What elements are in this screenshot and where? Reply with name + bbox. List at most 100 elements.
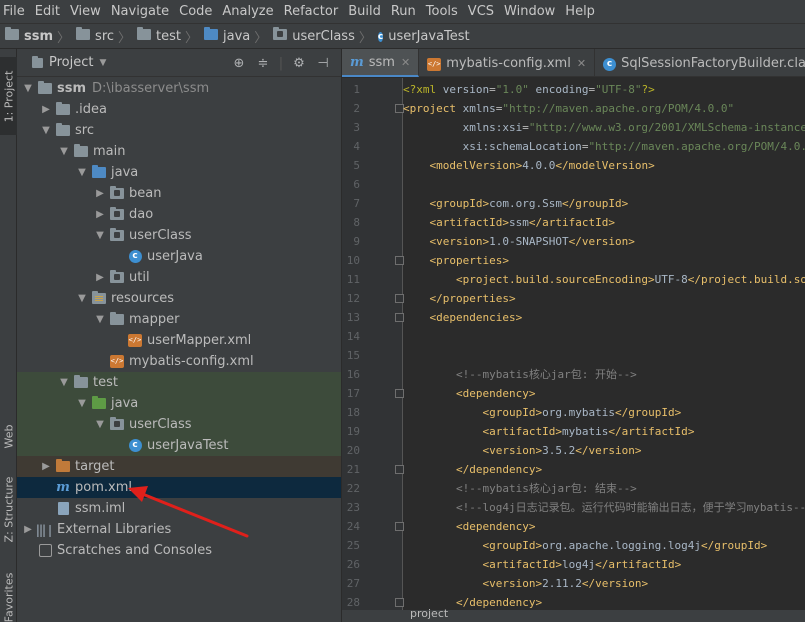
menu-item-navigate[interactable]: Navigate: [106, 0, 174, 24]
menu-item-edit[interactable]: Edit: [30, 0, 65, 24]
menu-item-file[interactable]: File: [0, 0, 30, 24]
tab-favorites-tool[interactable]: Favorites: [0, 567, 17, 622]
chevron-down-icon[interactable]: ▼: [75, 293, 89, 304]
tree-item-util[interactable]: ▶ util: [17, 267, 341, 288]
breadcrumb-item[interactable]: src: [76, 24, 114, 49]
chevron-right-icon[interactable]: ▶: [21, 524, 35, 535]
menu-item-tools[interactable]: Tools: [421, 0, 463, 24]
tab-structure-tool[interactable]: Z: Structure: [0, 471, 17, 547]
chevron-down-icon[interactable]: ▼: [39, 125, 53, 136]
code-line[interactable]: <!--log4j日志记录包。运行代码时能输出日志，便于学习mybatis-->: [403, 498, 805, 517]
code-line[interactable]: xsi:schemaLocation="http://maven.apache.…: [403, 137, 805, 156]
editor-tab-mybatis-config-xml[interactable]: </> mybatis-config.xml ✕: [419, 49, 596, 77]
code-line[interactable]: [403, 327, 805, 346]
menu-item-build[interactable]: Build: [343, 0, 386, 24]
code-view[interactable]: <?xml version="1.0" encoding="UTF-8"?> <p…: [403, 78, 805, 622]
tree-item-target[interactable]: ▶ target: [17, 456, 341, 477]
code-line[interactable]: <groupId>org.apache.logging.log4j</group…: [403, 536, 805, 555]
code-line[interactable]: [403, 175, 805, 194]
tab-project-tool[interactable]: 1: Project: [0, 57, 17, 135]
menu-item-code[interactable]: Code: [174, 0, 217, 24]
menu-item-view[interactable]: View: [65, 0, 106, 24]
breadcrumb-item[interactable]: ssm: [5, 24, 53, 49]
code-line[interactable]: <artifactId>log4j</artifactId>: [403, 555, 805, 574]
tree-item-java[interactable]: ▼ java: [17, 393, 341, 414]
tree-item-pom-xml[interactable]: m pom.xml: [17, 477, 341, 498]
tree-item-mapper[interactable]: ▼ mapper: [17, 309, 341, 330]
code-line[interactable]: <dependency>: [403, 384, 805, 403]
menu-item-refactor[interactable]: Refactor: [279, 0, 344, 24]
chevron-down-icon[interactable]: ▼: [93, 314, 107, 325]
code-line[interactable]: <!--mybatis核心jar包: 结束-->: [403, 479, 805, 498]
code-line[interactable]: <version>3.5.2</version>: [403, 441, 805, 460]
tree-item-src[interactable]: ▼ src: [17, 120, 341, 141]
chevron-down-icon[interactable]: ▼: [75, 398, 89, 409]
collapse-all-icon[interactable]: ≑: [251, 56, 275, 71]
editor-tab-ssm[interactable]: m ssm ✕: [342, 49, 420, 77]
code-line[interactable]: <project.build.sourceEncoding>UTF-8</pro…: [403, 270, 805, 289]
menu-item-vcs[interactable]: VCS: [463, 0, 499, 24]
tree-item-resources[interactable]: ▼ resources: [17, 288, 341, 309]
chevron-down-icon[interactable]: ▼: [57, 377, 71, 388]
breadcrumb-item[interactable]: test: [137, 24, 181, 49]
code-line[interactable]: <modelVersion>4.0.0</modelVersion>: [403, 156, 805, 175]
chevron-down-icon[interactable]: ▼: [57, 146, 71, 157]
tree-item-userclass[interactable]: ▼ userClass: [17, 414, 341, 435]
tree-item-java[interactable]: ▼ java: [17, 162, 341, 183]
code-line[interactable]: <?xml version="1.0" encoding="UTF-8"?>: [403, 80, 805, 99]
tree-item-usermapper-xml[interactable]: </> userMapper.xml: [17, 330, 341, 351]
tree-item-userjavatest[interactable]: c userJavaTest: [17, 435, 341, 456]
chevron-down-icon[interactable]: ▼: [93, 230, 107, 241]
tree-item-external-libraries[interactable]: ▶ |||❘ External Libraries: [17, 519, 341, 540]
tree-item-dao[interactable]: ▶ dao: [17, 204, 341, 225]
code-line[interactable]: <dependency>: [403, 517, 805, 536]
code-line[interactable]: <artifactId>ssm</artifactId>: [403, 213, 805, 232]
code-line[interactable]: </properties>: [403, 289, 805, 308]
code-line[interactable]: <!--mybatis核心jar包: 开始-->: [403, 365, 805, 384]
chevron-right-icon[interactable]: ▶: [93, 188, 107, 199]
tree-item-userjava[interactable]: c userJava: [17, 246, 341, 267]
breadcrumb-item[interactable]: c userJavaTest: [377, 24, 470, 49]
tree-item-ssm[interactable]: ▼ ssm D:\ibasserver\ssm: [17, 78, 341, 99]
tree-item-test[interactable]: ▼ test: [17, 372, 341, 393]
close-icon[interactable]: ✕: [401, 56, 410, 69]
chevron-down-icon[interactable]: ▼: [21, 83, 35, 94]
chevron-down-icon[interactable]: ▼: [93, 419, 107, 430]
code-line[interactable]: <groupId>com.org.Ssm</groupId>: [403, 194, 805, 213]
tree-item-mybatis-config-xml[interactable]: </> mybatis-config.xml: [17, 351, 341, 372]
close-icon[interactable]: ✕: [577, 57, 586, 70]
chevron-right-icon[interactable]: ▶: [93, 209, 107, 220]
tree-item-ssm-iml[interactable]: ssm.iml: [17, 498, 341, 519]
editor-tab-sqlsessionfactorybuilder-class[interactable]: c SqlSessionFactoryBuilder.class: [595, 49, 805, 77]
project-view-selector[interactable]: Project ▼: [27, 55, 106, 70]
code-line[interactable]: [403, 346, 805, 365]
code-line[interactable]: <properties>: [403, 251, 805, 270]
code-line[interactable]: <version>2.11.2</version>: [403, 574, 805, 593]
locate-icon[interactable]: ⊕: [227, 56, 251, 71]
menu-item-analyze[interactable]: Analyze: [217, 0, 278, 24]
menu-item-window[interactable]: Window: [499, 0, 560, 24]
tree-item-bean[interactable]: ▶ bean: [17, 183, 341, 204]
code-line[interactable]: xmlns:xsi="http://www.w3.org/2001/XMLSch…: [403, 118, 805, 137]
breadcrumb-item[interactable]: userClass: [273, 24, 355, 49]
tree-item-idea[interactable]: ▶ .idea: [17, 99, 341, 120]
code-line[interactable]: </dependency>: [403, 460, 805, 479]
code-line[interactable]: <dependencies>: [403, 308, 805, 327]
menu-item-run[interactable]: Run: [386, 0, 421, 24]
code-line[interactable]: <project xmlns="http://maven.apache.org/…: [403, 99, 805, 118]
code-line[interactable]: <artifactId>mybatis</artifactId>: [403, 422, 805, 441]
hide-panel-icon[interactable]: ⊣: [311, 56, 335, 71]
tree-item-main[interactable]: ▼ main: [17, 141, 341, 162]
gear-icon[interactable]: ⚙: [287, 56, 311, 71]
code-line[interactable]: <groupId>org.mybatis</groupId>: [403, 403, 805, 422]
menu-item-help[interactable]: Help: [560, 0, 600, 24]
chevron-right-icon[interactable]: ▶: [39, 104, 53, 115]
breadcrumb-item[interactable]: java: [204, 24, 250, 49]
tab-web-tool[interactable]: Web: [0, 411, 17, 461]
chevron-right-icon[interactable]: ▶: [39, 461, 53, 472]
tree-item-scratches-and-consoles[interactable]: Scratches and Consoles: [17, 540, 341, 561]
chevron-down-icon[interactable]: ▼: [75, 167, 89, 178]
chevron-right-icon[interactable]: ▶: [93, 272, 107, 283]
tree-item-userclass[interactable]: ▼ userClass: [17, 225, 341, 246]
code-line[interactable]: <version>1.0-SNAPSHOT</version>: [403, 232, 805, 251]
